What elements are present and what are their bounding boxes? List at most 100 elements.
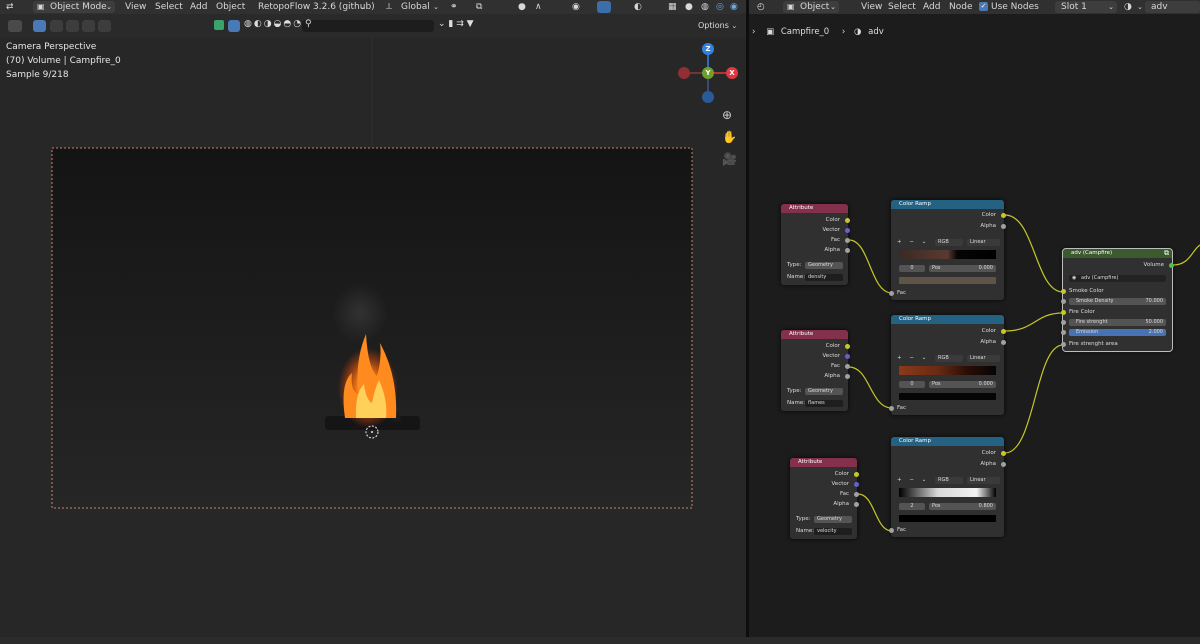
stop-index-field[interactable]: 0 — [899, 265, 925, 272]
smoke-density-value: 70.000 — [1145, 298, 1164, 304]
socket-fac[interactable] — [854, 492, 859, 497]
group-node-adv[interactable]: adv (Campfire) ⧉ Volume ◉ adv (Campfire)… — [1061, 248, 1174, 352]
smoke-density-field[interactable]: Smoke Density 70.000 — [1069, 298, 1166, 305]
color-mode-dropdown[interactable]: RGB — [935, 477, 963, 484]
socket-color[interactable] — [1001, 329, 1006, 334]
socket-emission[interactable] — [1061, 330, 1066, 335]
socket-color[interactable] — [845, 218, 850, 223]
socket-alpha[interactable] — [845, 374, 850, 379]
chevron-down-icon[interactable]: ⌄ — [922, 355, 927, 361]
ramp-gradient[interactable] — [899, 250, 996, 259]
type-dropdown[interactable]: Geometry — [805, 388, 843, 395]
node-header[interactable]: Color Ramp — [891, 437, 1004, 446]
name-field[interactable]: flames — [805, 400, 843, 407]
stop-color-swatch[interactable] — [899, 277, 996, 284]
ramp-gradient[interactable] — [899, 366, 996, 375]
type-dropdown[interactable]: Geometry — [805, 262, 843, 269]
socket-color[interactable] — [845, 344, 850, 349]
node-title: Attribute — [789, 331, 814, 337]
attribute-node-flames[interactable]: Attribute Color Vector Fac Alpha Type: G… — [781, 330, 850, 411]
chevron-down-icon[interactable]: ⌄ — [922, 239, 927, 245]
fire-strength-field[interactable]: Fire strenght 50.000 — [1069, 319, 1166, 326]
output-alpha: Alpha — [824, 373, 840, 379]
node-header[interactable]: Attribute — [781, 330, 848, 339]
socket-color[interactable] — [1001, 213, 1006, 218]
output-volume: Volume — [1143, 262, 1164, 268]
input-fire-color: Fire Color — [1069, 309, 1095, 315]
color-ramp-node-1[interactable]: Color Ramp Color Alpha + − ⌄ RGB Linear … — [889, 200, 1006, 300]
stop-position-field[interactable]: Pos 0.000 — [929, 381, 996, 388]
socket-fac[interactable] — [845, 238, 850, 243]
stop-position-field[interactable]: Pos 0.000 — [929, 265, 996, 272]
node-header[interactable]: Color Ramp — [891, 200, 1004, 209]
color-ramp-node-2[interactable]: Color Ramp Color Alpha + − ⌄ RGB Linear … — [889, 315, 1006, 415]
link-attr2-ramp2 — [848, 366, 893, 409]
stop-color-swatch[interactable] — [899, 393, 996, 400]
input-fac: Fac — [897, 290, 907, 296]
name-field[interactable]: velocity — [814, 528, 852, 535]
pos-label: Pos — [932, 381, 941, 387]
socket-vector[interactable] — [854, 482, 859, 487]
socket-smoke-density[interactable] — [1061, 299, 1066, 304]
output-color: Color — [825, 217, 840, 223]
interpolation-dropdown[interactable]: Linear — [967, 355, 1000, 362]
remove-stop-icon[interactable]: − — [909, 477, 914, 483]
name-field[interactable]: density — [805, 274, 843, 281]
fire-strength-label: Fire strenght — [1076, 319, 1108, 325]
socket-fac[interactable] — [845, 364, 850, 369]
color-mode-dropdown[interactable]: RGB — [935, 239, 963, 246]
link-ramp2-group — [1004, 312, 1064, 332]
output-color: Color — [981, 328, 996, 334]
socket-fire-strength[interactable] — [1061, 320, 1066, 325]
add-stop-icon[interactable]: + — [897, 239, 902, 245]
status-bar — [0, 637, 1200, 644]
node-header[interactable]: Color Ramp — [891, 315, 1004, 324]
stop-color-swatch[interactable] — [899, 515, 996, 522]
chevron-down-icon[interactable]: ⌄ — [922, 477, 927, 483]
remove-stop-icon[interactable]: − — [909, 239, 914, 245]
stop-position-field[interactable]: Pos 0.800 — [929, 503, 996, 510]
node-header[interactable]: Attribute — [781, 204, 848, 213]
socket-fac-input[interactable] — [889, 528, 894, 533]
color-mode-dropdown[interactable]: RGB — [935, 355, 963, 362]
node-header[interactable]: Attribute — [790, 458, 857, 467]
add-stop-icon[interactable]: + — [897, 477, 902, 483]
socket-smoke-color[interactable] — [1061, 289, 1066, 294]
attribute-node-velocity[interactable]: Attribute Color Vector Fac Alpha Type: G… — [790, 458, 859, 539]
fire-strength-value: 50.000 — [1145, 319, 1164, 325]
node-header[interactable]: adv (Campfire) — [1063, 249, 1172, 258]
color-ramp-node-3[interactable]: Color Ramp Color Alpha + − ⌄ RGB Linear … — [889, 437, 1006, 537]
socket-fac-input[interactable] — [889, 406, 894, 411]
socket-fire-strength-area[interactable] — [1061, 342, 1066, 347]
remove-stop-icon[interactable]: − — [909, 355, 914, 361]
socket-volume[interactable] — [1169, 263, 1174, 268]
socket-fire-color[interactable] — [1061, 310, 1066, 315]
output-color: Color — [834, 471, 849, 477]
group-datablock-selector[interactable]: ◉ adv (Campfire) — [1069, 275, 1166, 282]
socket-color[interactable] — [854, 472, 859, 477]
socket-alpha[interactable] — [1001, 340, 1006, 345]
interpolation-dropdown[interactable]: Linear — [967, 477, 1000, 484]
node-title: Attribute — [789, 205, 814, 211]
group-edit-icon[interactable]: ⧉ — [1164, 249, 1169, 258]
socket-color[interactable] — [1001, 451, 1006, 456]
socket-alpha[interactable] — [854, 502, 859, 507]
socket-alpha[interactable] — [1001, 224, 1006, 229]
attribute-node-density[interactable]: Attribute Color Vector Fac Alpha Type: G… — [781, 204, 850, 285]
node-group-icon: ◉ — [1072, 275, 1077, 281]
add-stop-icon[interactable]: + — [897, 355, 902, 361]
type-dropdown[interactable]: Geometry — [814, 516, 852, 523]
socket-alpha[interactable] — [845, 248, 850, 253]
socket-fac-input[interactable] — [889, 291, 894, 296]
emission-field[interactable]: Emission 2.000 — [1069, 329, 1166, 336]
output-color: Color — [981, 450, 996, 456]
socket-alpha[interactable] — [1001, 462, 1006, 467]
ramp-gradient[interactable] — [899, 488, 996, 497]
interpolation-dropdown[interactable]: Linear — [967, 239, 1000, 246]
socket-vector[interactable] — [845, 354, 850, 359]
stop-index-field[interactable]: 2 — [899, 503, 925, 510]
socket-vector[interactable] — [845, 228, 850, 233]
node-title: Color Ramp — [899, 438, 932, 444]
stop-index-field[interactable]: 0 — [899, 381, 925, 388]
link-attr3-ramp3 — [857, 493, 893, 532]
